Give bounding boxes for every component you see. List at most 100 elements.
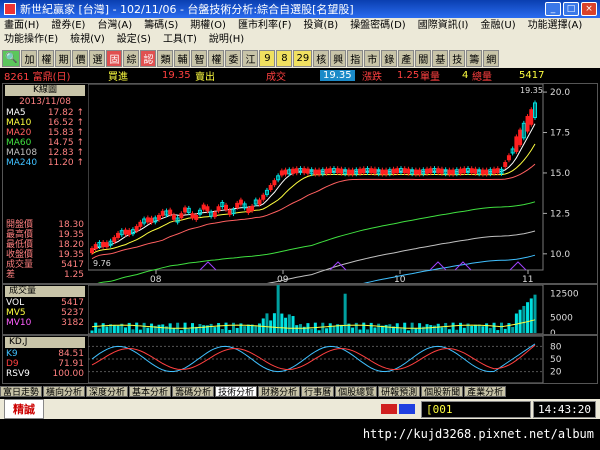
toolbar-button-21[interactable]: 市: [364, 49, 381, 67]
toolbar-button-27[interactable]: 籌: [466, 49, 483, 67]
kd-row-0-label: K9: [6, 349, 18, 359]
vol-bar-36: [224, 322, 228, 333]
candle-body-102: [469, 168, 474, 174]
candle-body-96: [447, 169, 452, 175]
tab-1[interactable]: 橫向分析: [43, 386, 86, 398]
vol-row-0-value: 5417: [61, 298, 84, 308]
toolbar-button-25[interactable]: 基: [432, 49, 449, 67]
toolbar-button-14[interactable]: 江: [242, 49, 259, 67]
menu-item-15[interactable]: 說明(H): [209, 33, 244, 47]
menu-item-8[interactable]: 國際資訊(I): [418, 19, 469, 33]
menu-item-6[interactable]: 投資(B): [304, 19, 339, 33]
toolbar-button-28[interactable]: 網: [483, 49, 500, 67]
vol-bar-37: [228, 329, 232, 333]
candle-body-10: [127, 229, 132, 236]
candle-body-76: [372, 168, 377, 174]
ma-row-1: MA10 16.52 ↑: [3, 118, 87, 128]
toolbar-button-0[interactable]: 🔍: [2, 49, 21, 67]
toolbar-button-24[interactable]: 關: [415, 49, 432, 67]
kline-panel[interactable]: K線圖 2013/11/08 MA5 17.82 ↑ MA10 16.52 ↑ MA20…: [2, 83, 598, 284]
k-line: [91, 343, 536, 373]
tab-9[interactable]: 研報預測: [378, 386, 421, 398]
buy-label: 買進: [108, 72, 128, 83]
menu-item-14[interactable]: 工具(T): [163, 33, 197, 47]
vol-bar-34: [217, 323, 221, 333]
vol-bar-16: [150, 323, 154, 333]
tab-5[interactable]: 技術分析: [215, 386, 258, 398]
trade-price: 19.35: [320, 70, 355, 81]
toolbar-button-16[interactable]: 8: [276, 49, 293, 67]
vol-bar-103: [473, 324, 477, 333]
candle-body-93: [436, 168, 441, 174]
toolbar-button-4[interactable]: 價: [72, 49, 89, 67]
change-label: 成交: [266, 72, 286, 83]
vol-bar-98: [455, 329, 459, 333]
menu-item-5[interactable]: 匯市利率(F): [238, 19, 292, 33]
toolbar-button-17[interactable]: 29: [293, 49, 313, 67]
menu-item-2[interactable]: 台灣(A): [97, 19, 132, 33]
toolbar-button-7[interactable]: 綜: [123, 49, 140, 67]
kd-panel[interactable]: KD,J K9 84.51 D9 71.91 RSV9 100.00 80 50 20: [2, 335, 598, 384]
tab-3[interactable]: 基本分析: [129, 386, 172, 398]
toolbar-button-2[interactable]: 權: [38, 49, 55, 67]
vol-row-0: VOL 5417: [3, 298, 87, 308]
toolbar-button-8[interactable]: 認: [140, 49, 157, 67]
candle-body-87: [413, 169, 418, 175]
vol-row-1: MV5 5237: [3, 308, 87, 318]
kd-row-1-label: D9: [6, 359, 19, 369]
toolbar-button-26[interactable]: 技: [449, 49, 466, 67]
menu-item-9[interactable]: 金融(U): [480, 19, 515, 33]
candle-body-100: [462, 168, 467, 174]
kd-chart[interactable]: 80 50 20: [88, 336, 598, 383]
toolbar-button-20[interactable]: 指: [347, 49, 364, 67]
toolbar-button-6[interactable]: 固: [106, 49, 123, 67]
candle-body-109: [495, 168, 500, 174]
kline-ytick-label-3: 12.5: [550, 209, 570, 219]
toolbar-button-22[interactable]: 錄: [381, 49, 398, 67]
toolbar-button-23[interactable]: 產: [398, 49, 415, 67]
menu-item-4[interactable]: 期權(O): [190, 19, 226, 33]
tab-8[interactable]: 個股總覽: [335, 386, 378, 398]
toolbar-button-15[interactable]: 9: [259, 49, 276, 67]
toolbar-button-1[interactable]: 加: [21, 49, 38, 67]
vol-bar-75: [369, 322, 373, 333]
tab-11[interactable]: 產業分析: [464, 386, 507, 398]
tab-10[interactable]: 個股新聞: [421, 386, 464, 398]
kline-chart[interactable]: 20.017.515.012.510.008 09 10 119.7619.35: [88, 84, 598, 283]
toolbar-button-9[interactable]: 類: [157, 49, 174, 67]
toolbar-button-5[interactable]: 選: [89, 49, 106, 67]
maximize-button[interactable]: □: [563, 2, 579, 16]
menu-item-7[interactable]: 操盤密碼(D): [350, 19, 406, 33]
tab-2[interactable]: 深度分析: [86, 386, 129, 398]
ma-row-5-value: 11.20 ↑: [47, 158, 84, 168]
vol-bar-50: [276, 285, 280, 333]
toolbar-button-13[interactable]: 委: [225, 49, 242, 67]
minimize-button[interactable]: _: [545, 2, 561, 16]
menu-item-1[interactable]: 證券(E): [51, 19, 85, 33]
close-button[interactable]: ×: [581, 2, 597, 16]
vol-bar-32: [209, 323, 213, 333]
menu-item-13[interactable]: 設定(S): [117, 33, 151, 47]
tab-7[interactable]: 行事曆: [301, 386, 335, 398]
menu-item-3[interactable]: 籌碼(S): [144, 19, 178, 33]
volume-panel[interactable]: 成交量 VOL 5417 MV5 5237 MV10 3182 12500 5000 0: [2, 284, 598, 335]
toolbar-button-3[interactable]: 期: [55, 49, 72, 67]
toolbar-button-10[interactable]: 輔: [174, 49, 191, 67]
toolbar-button-12[interactable]: 權: [208, 49, 225, 67]
menu-item-12[interactable]: 檢視(V): [70, 33, 105, 47]
menu-item-0[interactable]: 畫面(H): [4, 19, 39, 33]
vol-bar-109: [496, 330, 500, 333]
candle-body-39: [235, 202, 240, 208]
toolbar-button-19[interactable]: 興: [330, 49, 347, 67]
candle-body-0: [90, 248, 94, 254]
tab-4[interactable]: 籌碼分析: [172, 386, 215, 398]
volume-chart[interactable]: 12500 5000 0: [88, 285, 598, 334]
toolbar-button-18[interactable]: 核: [313, 49, 330, 67]
stock-code-name[interactable]: 8261 富鼎(日): [4, 68, 70, 83]
tab-0[interactable]: 富日走勢: [0, 386, 43, 398]
toolbar-button-11[interactable]: 智: [191, 49, 208, 67]
tab-6[interactable]: 財務分析: [258, 386, 301, 398]
menu-item-11[interactable]: 功能操作(E): [4, 33, 58, 47]
menu-item-10[interactable]: 功能選擇(A): [528, 19, 583, 33]
candle-body-7: [116, 232, 121, 238]
